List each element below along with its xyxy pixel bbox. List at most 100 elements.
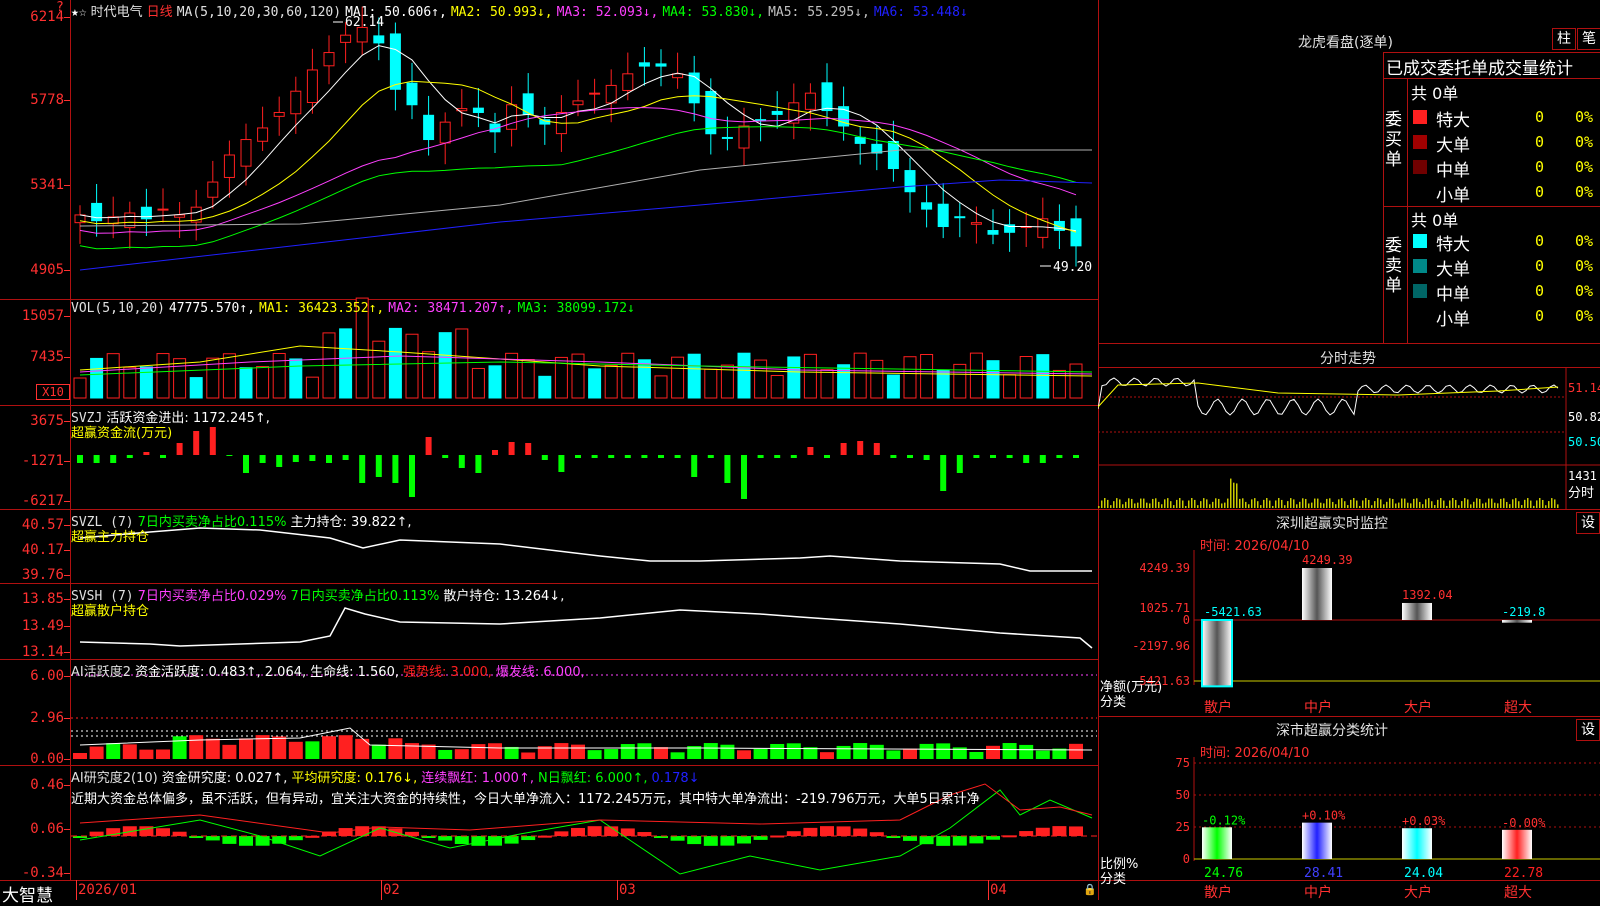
intraday-chart[interactable]: 51.14 50.82 50.50 1431 分时 (1098, 367, 1600, 509)
x-axis-tick (988, 880, 989, 900)
vol-bar (222, 353, 236, 399)
intraday-vol-bar (1407, 502, 1409, 508)
order-pct: 0% (1575, 257, 1594, 275)
intraday-vol-bar (1152, 498, 1154, 508)
order-size-name: 特大 (1436, 235, 1470, 255)
candle (1070, 205, 1082, 267)
intraday-vol-bar (1134, 503, 1136, 508)
ai1-bar (106, 743, 121, 759)
ai1-bar (122, 744, 137, 759)
ai1-bar (355, 738, 370, 759)
intraday-vol-bar (1215, 498, 1217, 508)
ai2-bar (1019, 831, 1034, 836)
legend-swatch (1413, 160, 1427, 174)
intraday-vol-bar (1182, 500, 1184, 508)
ai1-bar (139, 749, 154, 759)
intraday-vol-bar (1434, 505, 1436, 508)
intraday-vol-bar (1224, 502, 1226, 508)
intraday-vol-bar (1173, 505, 1175, 508)
ai1-bar (1019, 744, 1034, 759)
intraday-vol-bar (1260, 505, 1262, 508)
monitor-settings-button[interactable]: 设 (1576, 512, 1600, 534)
intraday-title: 分时走势 (1320, 351, 1376, 367)
vol-bar (787, 356, 801, 399)
monitor-bar (1302, 568, 1332, 620)
order-count: 0 (1535, 232, 1545, 250)
intraday-vol-bar (1308, 503, 1310, 508)
intraday-vol-bar (1419, 501, 1421, 508)
intraday-vol-bar (1146, 502, 1148, 508)
intraday-vol-bar (1281, 499, 1283, 508)
classify-bar (1402, 828, 1432, 859)
svzj-bar (475, 455, 482, 473)
intraday-vol-bar (1509, 504, 1511, 508)
candle (904, 157, 916, 213)
intraday-vol-bar (1263, 499, 1265, 508)
ai1-bar (322, 736, 336, 759)
svzj-bar (956, 455, 963, 473)
brand-logo[interactable]: 大智慧 (2, 881, 53, 906)
classify-bar (1202, 827, 1232, 859)
column-view-button[interactable]: 柱 (1552, 28, 1576, 50)
lock-icon[interactable]: 🔒 (1083, 883, 1097, 896)
tick-view-button[interactable]: 笔 (1577, 28, 1600, 50)
order-count: 0 (1535, 133, 1545, 151)
vol-bar (870, 359, 884, 399)
intraday-vol-bar (1410, 503, 1412, 508)
intraday-vol-bar (1455, 499, 1457, 508)
intraday-vol-bar (1536, 500, 1538, 508)
chart-canvas[interactable]: 62.14 49.20 (0, 0, 1098, 900)
svzj-bar (774, 455, 781, 458)
intraday-vol-bar (1533, 505, 1535, 508)
intraday-vol-bar (1320, 502, 1322, 508)
intraday-vol-bar (1284, 505, 1286, 508)
ai1-bar (189, 735, 204, 759)
intraday-vol-bar (1206, 499, 1208, 508)
intraday-vol-bar (1116, 498, 1118, 508)
intraday-unit: 分时 (1568, 486, 1594, 501)
intraday-vol-bar (1323, 503, 1325, 508)
candle (472, 87, 484, 128)
ai1-bar (305, 741, 320, 759)
high-mark: 62.14 (345, 15, 384, 30)
intraday-vol-bar (1428, 498, 1430, 508)
order-size-name: 小单 (1436, 310, 1470, 330)
vol-bar (903, 356, 917, 399)
intraday-vol-bar (1446, 505, 1448, 508)
intraday-vol-bar (1554, 499, 1556, 508)
ai1-bar (737, 750, 751, 759)
classify-settings-button[interactable]: 设 (1576, 719, 1600, 741)
order-pct: 0% (1575, 307, 1594, 325)
classify-value: 28.41 (1304, 866, 1343, 881)
intraday-vol-bar (1233, 482, 1235, 508)
ai1-bar (89, 746, 104, 759)
legend-swatch (1413, 135, 1427, 149)
intraday-vol-bar (1176, 499, 1178, 508)
svzj-bar (276, 455, 283, 467)
ai1-bars (73, 735, 1083, 759)
ai1-bar (820, 752, 834, 759)
intraday-vol-bar (1500, 498, 1502, 508)
ai1-bar (239, 738, 253, 759)
candle (406, 62, 418, 120)
intraday-vol-bar (1347, 505, 1349, 508)
intraday-vol-bar (1365, 498, 1367, 508)
vol-bar (372, 340, 386, 399)
svzj-bar (741, 455, 747, 499)
intraday-vol-bar (1416, 498, 1418, 508)
monitor-ylabel: 净额(万元) 分类 (1100, 680, 1163, 710)
vol-bar (853, 352, 867, 399)
intraday-vol-bar (1245, 501, 1247, 508)
intraday-vol-bar (1503, 498, 1505, 508)
vol-unit-badge[interactable]: X10 (36, 384, 70, 400)
ai2-title: AI研究度2(10) 资金研究度: 0.027↑, 平均研究度: 0.176↓, 连续… (71, 771, 700, 786)
vol-bar (156, 353, 170, 399)
intraday-vol-bar (1248, 504, 1250, 508)
buy-total: 共 0单 (1411, 84, 1459, 103)
ai1-bar (504, 746, 519, 759)
intraday-vol-bar (1341, 498, 1343, 508)
vol-bar (920, 353, 934, 399)
intraday-vol-bar (1314, 498, 1316, 508)
intraday-vol-bar (1524, 499, 1526, 508)
intraday-vol-bar (1149, 503, 1151, 508)
